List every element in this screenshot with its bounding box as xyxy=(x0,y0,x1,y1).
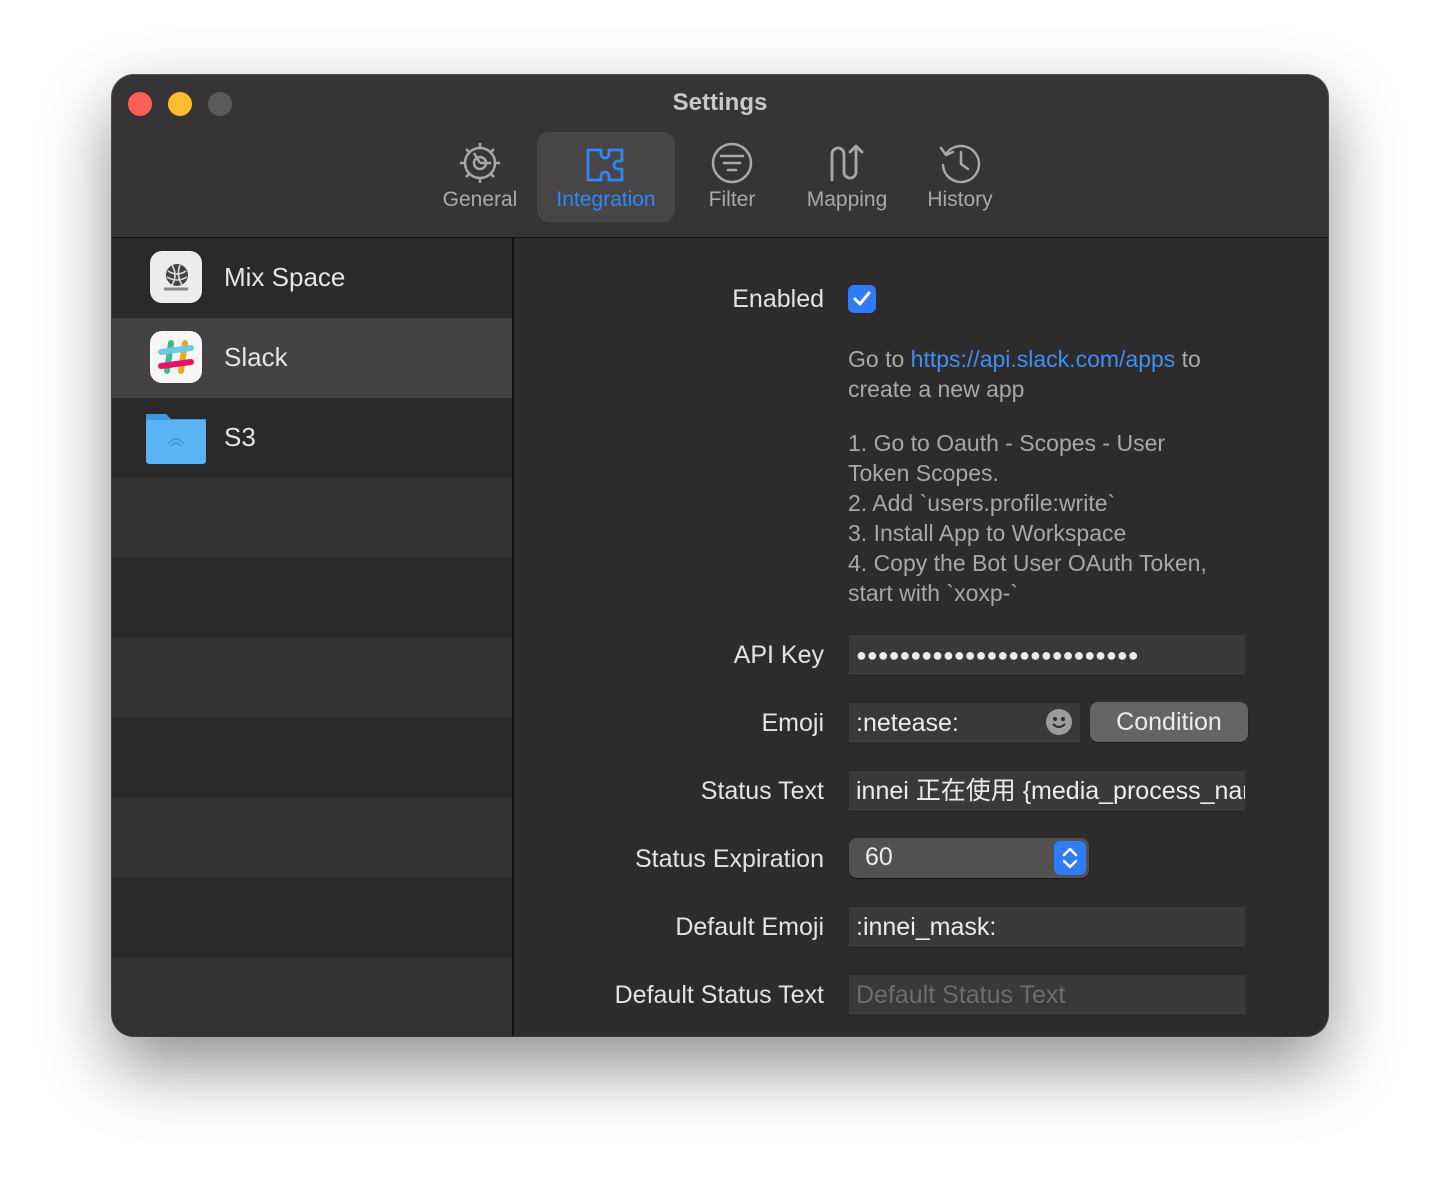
sidebar-item-label: Mix Space xyxy=(224,262,346,292)
mapping-icon xyxy=(830,144,864,182)
checkmark-icon xyxy=(853,291,871,306)
tab-integration[interactable]: Integration xyxy=(537,132,675,222)
tab-history[interactable]: History xyxy=(912,132,1008,222)
default-status-text-field[interactable]: Default Status Text xyxy=(849,974,1245,1014)
instruction-step: start with `xoxp-` xyxy=(848,580,1018,606)
sidebar-item-s3[interactable]: S3 xyxy=(112,398,512,478)
status-expiration-label: Status Expiration xyxy=(635,845,824,873)
tab-history-label: History xyxy=(927,188,993,211)
tab-mapping-label: Mapping xyxy=(806,188,888,211)
window-title: Settings xyxy=(672,89,768,116)
default-status-text-label: Default Status Text xyxy=(614,981,824,1009)
tab-integration-label: Integration xyxy=(556,188,656,211)
tab-filter[interactable]: Filter xyxy=(692,132,772,222)
instruction-step: Token Scopes. xyxy=(848,460,999,486)
tab-filter-label: Filter xyxy=(708,188,756,211)
instruction-step: 1. Go to Oauth - Scopes - User xyxy=(848,430,1166,456)
integration-settings-panel: Enabled Go to https://api.slack.com/apps… xyxy=(514,238,1328,1036)
slack-app-icon xyxy=(150,331,202,383)
tab-mapping[interactable]: Mapping xyxy=(792,132,902,222)
instruction-line: Go to https://api.slack.com/apps to xyxy=(848,346,1201,372)
enabled-label: Enabled xyxy=(732,285,824,313)
status-expiration-stepper[interactable]: 60 xyxy=(849,838,1089,878)
status-text-label: Status Text xyxy=(700,777,824,805)
folder-icon xyxy=(144,408,208,466)
tab-general[interactable]: General xyxy=(430,132,530,222)
stepper-arrows[interactable] xyxy=(1054,841,1086,875)
history-icon xyxy=(939,144,981,184)
enabled-checkbox[interactable] xyxy=(848,285,876,313)
slack-apps-link[interactable]: https://api.slack.com/apps xyxy=(911,346,1176,372)
condition-button[interactable]: Condition xyxy=(1090,702,1248,742)
sidebar-item-label: Slack xyxy=(224,342,288,372)
instruction-step: 4. Copy the Bot User OAuth Token, xyxy=(848,550,1207,576)
emoji-picker-icon[interactable] xyxy=(1046,709,1072,735)
titlebar: Settings General Integration Filter Mapp… xyxy=(112,75,1328,238)
sidebar-item-mix-space[interactable]: Mix Space xyxy=(112,238,512,318)
instruction-step: 2. Add `users.profile:write` xyxy=(848,490,1116,516)
sidebar: Mix Space Slack S3 xyxy=(112,238,514,1036)
chevron-up-down-icon xyxy=(1062,847,1078,869)
instruction-step: 3. Install App to Workspace xyxy=(848,520,1127,546)
default-emoji-field[interactable]: :innei_mask: xyxy=(849,906,1245,946)
puzzle-icon xyxy=(586,148,624,182)
instruction-line: create a new app xyxy=(848,376,1025,402)
sidebar-item-label: S3 xyxy=(224,422,256,452)
gear-icon xyxy=(460,143,500,183)
emoji-label: Emoji xyxy=(761,709,824,737)
sidebar-item-slack[interactable]: Slack xyxy=(112,318,512,398)
mix-space-app-icon xyxy=(150,251,202,303)
filter-icon xyxy=(711,142,753,184)
default-emoji-label: Default Emoji xyxy=(675,913,824,941)
settings-window: Settings General Integration Filter Mapp… xyxy=(112,75,1328,1036)
setup-instructions: Go to https://api.slack.com/apps to crea… xyxy=(848,344,1268,608)
status-expiration-value: 60 xyxy=(865,843,893,871)
api-key-field[interactable]: ●●●●●●●●●●●●●●●●●●●●●●●●●● xyxy=(849,634,1245,674)
tab-general-label: General xyxy=(442,188,518,211)
status-text-field[interactable]: innei 正在使用 {media_process_name} xyxy=(849,770,1245,810)
api-key-label: API Key xyxy=(733,641,824,669)
